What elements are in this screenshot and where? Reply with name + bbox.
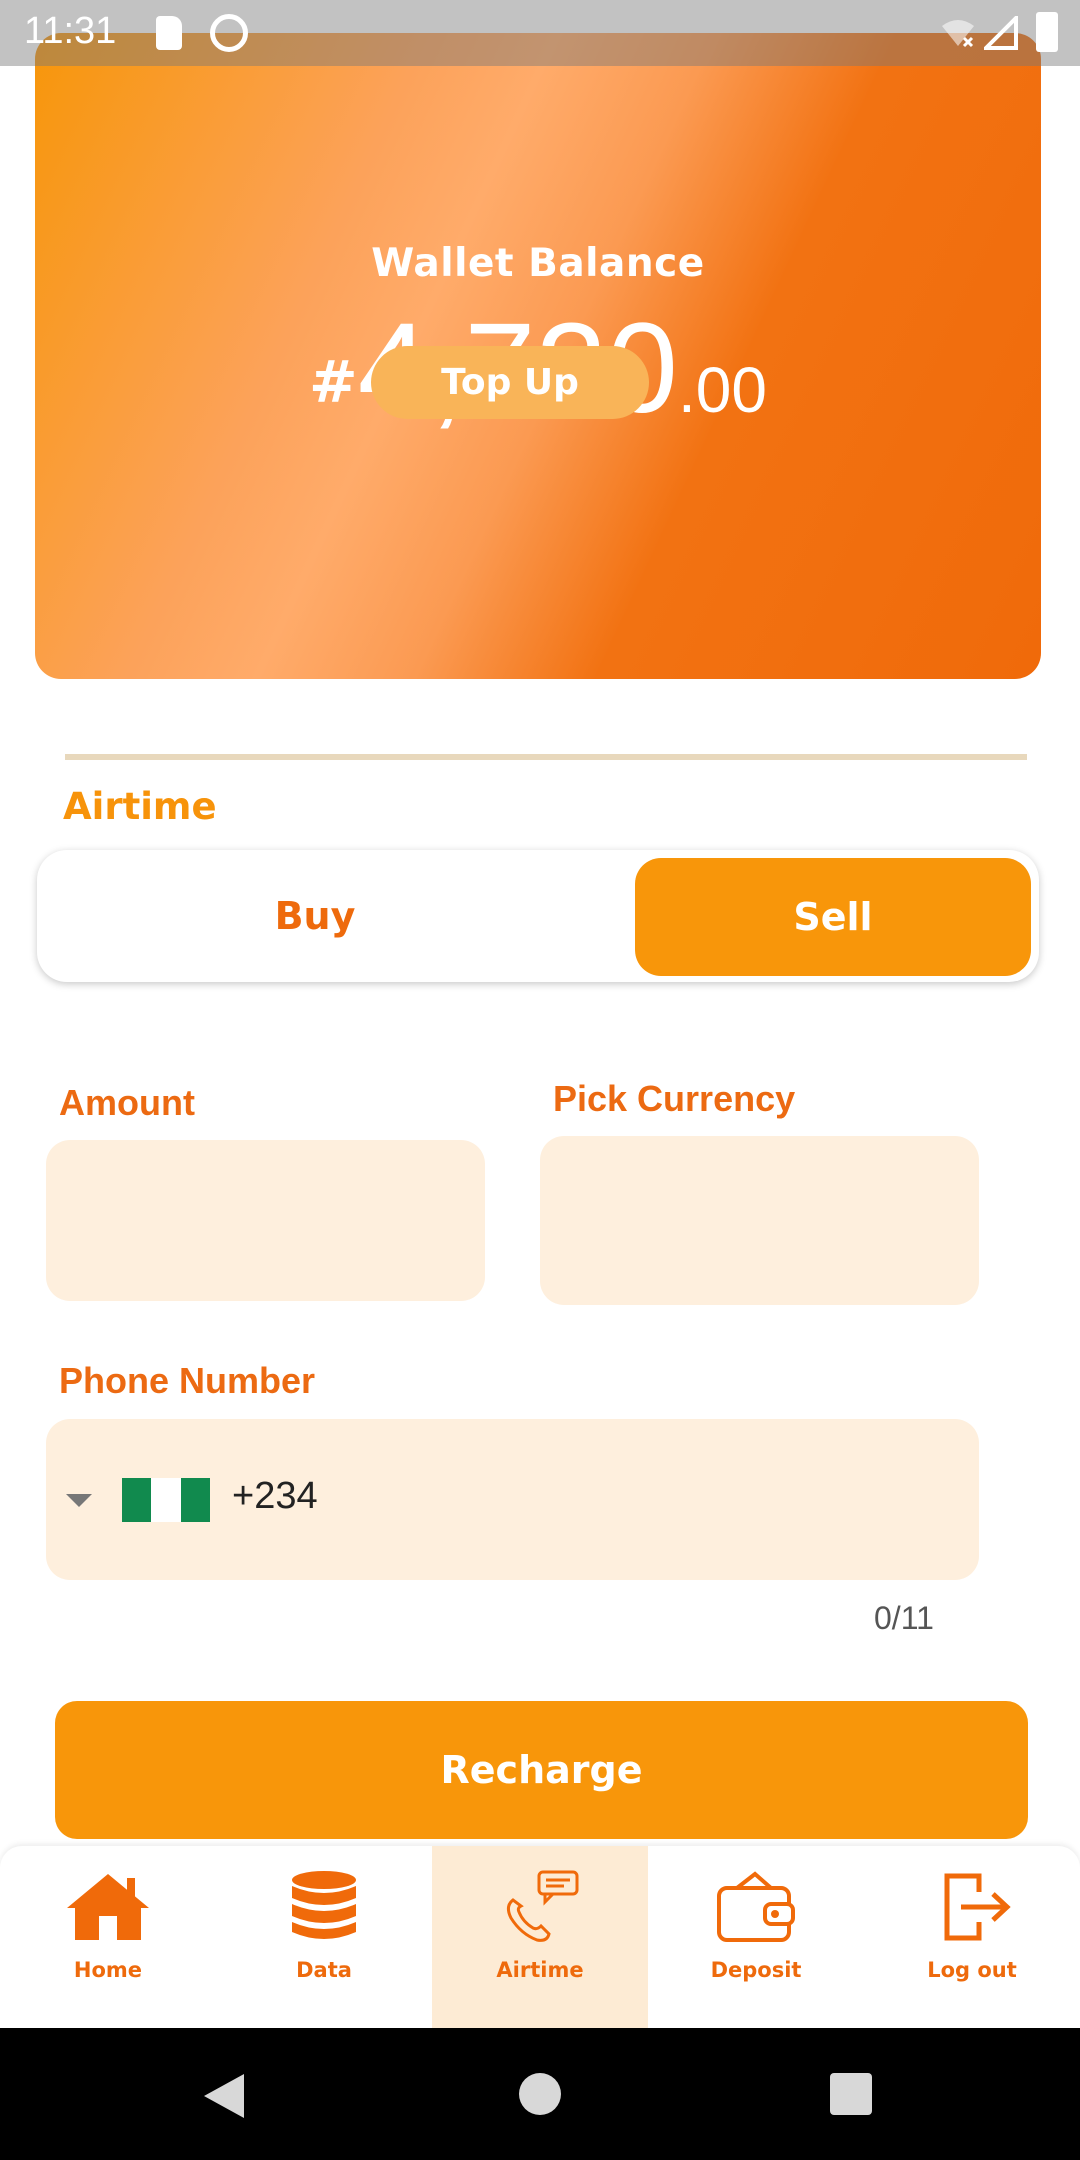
back-icon[interactable] <box>204 2074 244 2118</box>
char-counter: 0/11 <box>874 1600 934 1636</box>
bottom-nav: Home Data Airtime Deposit Log out <box>0 1846 1080 2028</box>
nav-home-label: Home <box>73 1958 143 1982</box>
battery-icon <box>1036 12 1058 52</box>
status-bar: 11:31 <box>0 0 1080 66</box>
recharge-button[interactable]: Recharge <box>55 1701 1028 1839</box>
recent-apps-icon[interactable] <box>830 2073 872 2115</box>
sync-icon <box>210 14 248 52</box>
currency-picker[interactable] <box>540 1136 979 1305</box>
amount-input[interactable] <box>46 1140 485 1301</box>
wifi-icon <box>942 20 974 48</box>
logout-icon <box>944 1873 1011 1941</box>
currency-symbol: # <box>309 348 358 416</box>
amount-label: Amount <box>59 1082 195 1123</box>
nav-airtime-label: Airtime <box>496 1958 584 1982</box>
buy-option[interactable]: Buy <box>37 858 593 974</box>
nav-logout[interactable]: Log out <box>864 1846 1080 2028</box>
home-icon <box>67 1874 149 1940</box>
section-title: Airtime <box>63 785 217 828</box>
airtime-screen: Wallet Balance #4,720.00 Top Up 11:31 Ai… <box>0 0 1080 2160</box>
nav-data[interactable]: Data <box>216 1846 432 2028</box>
wallet-title: Wallet Balance <box>371 241 705 286</box>
nav-deposit-label: Deposit <box>710 1958 802 1982</box>
nav-home[interactable]: Home <box>0 1846 216 2028</box>
status-time: 11:31 <box>24 10 117 52</box>
balance-decimal: .00 <box>677 354 767 426</box>
sd-card-icon <box>156 16 182 50</box>
phone-chat-icon <box>506 1870 579 1942</box>
home-circle-icon[interactable] <box>519 2073 561 2115</box>
top-up-button[interactable]: Top Up <box>371 346 649 419</box>
country-dropdown-arrow-icon[interactable] <box>66 1494 92 1507</box>
nigeria-flag-icon[interactable] <box>122 1478 210 1522</box>
nav-data-label: Data <box>296 1958 352 1982</box>
wallet-card: Wallet Balance #4,720.00 Top Up <box>35 33 1041 679</box>
wallet-icon <box>717 1871 795 1942</box>
divider <box>65 754 1027 760</box>
phone-label: Phone Number <box>59 1360 316 1401</box>
currency-label: Pick Currency <box>553 1078 796 1119</box>
nav-logout-label: Log out <box>927 1958 1017 1982</box>
nav-deposit[interactable]: Deposit <box>648 1846 864 2028</box>
sell-option[interactable]: Sell <box>635 858 1031 976</box>
signal-icon <box>984 16 1018 50</box>
nav-airtime[interactable]: Airtime <box>432 1846 648 2028</box>
buy-sell-toggle: Buy Sell <box>37 850 1039 982</box>
country-code: +234 <box>232 1475 318 1517</box>
database-icon <box>292 1871 356 1939</box>
